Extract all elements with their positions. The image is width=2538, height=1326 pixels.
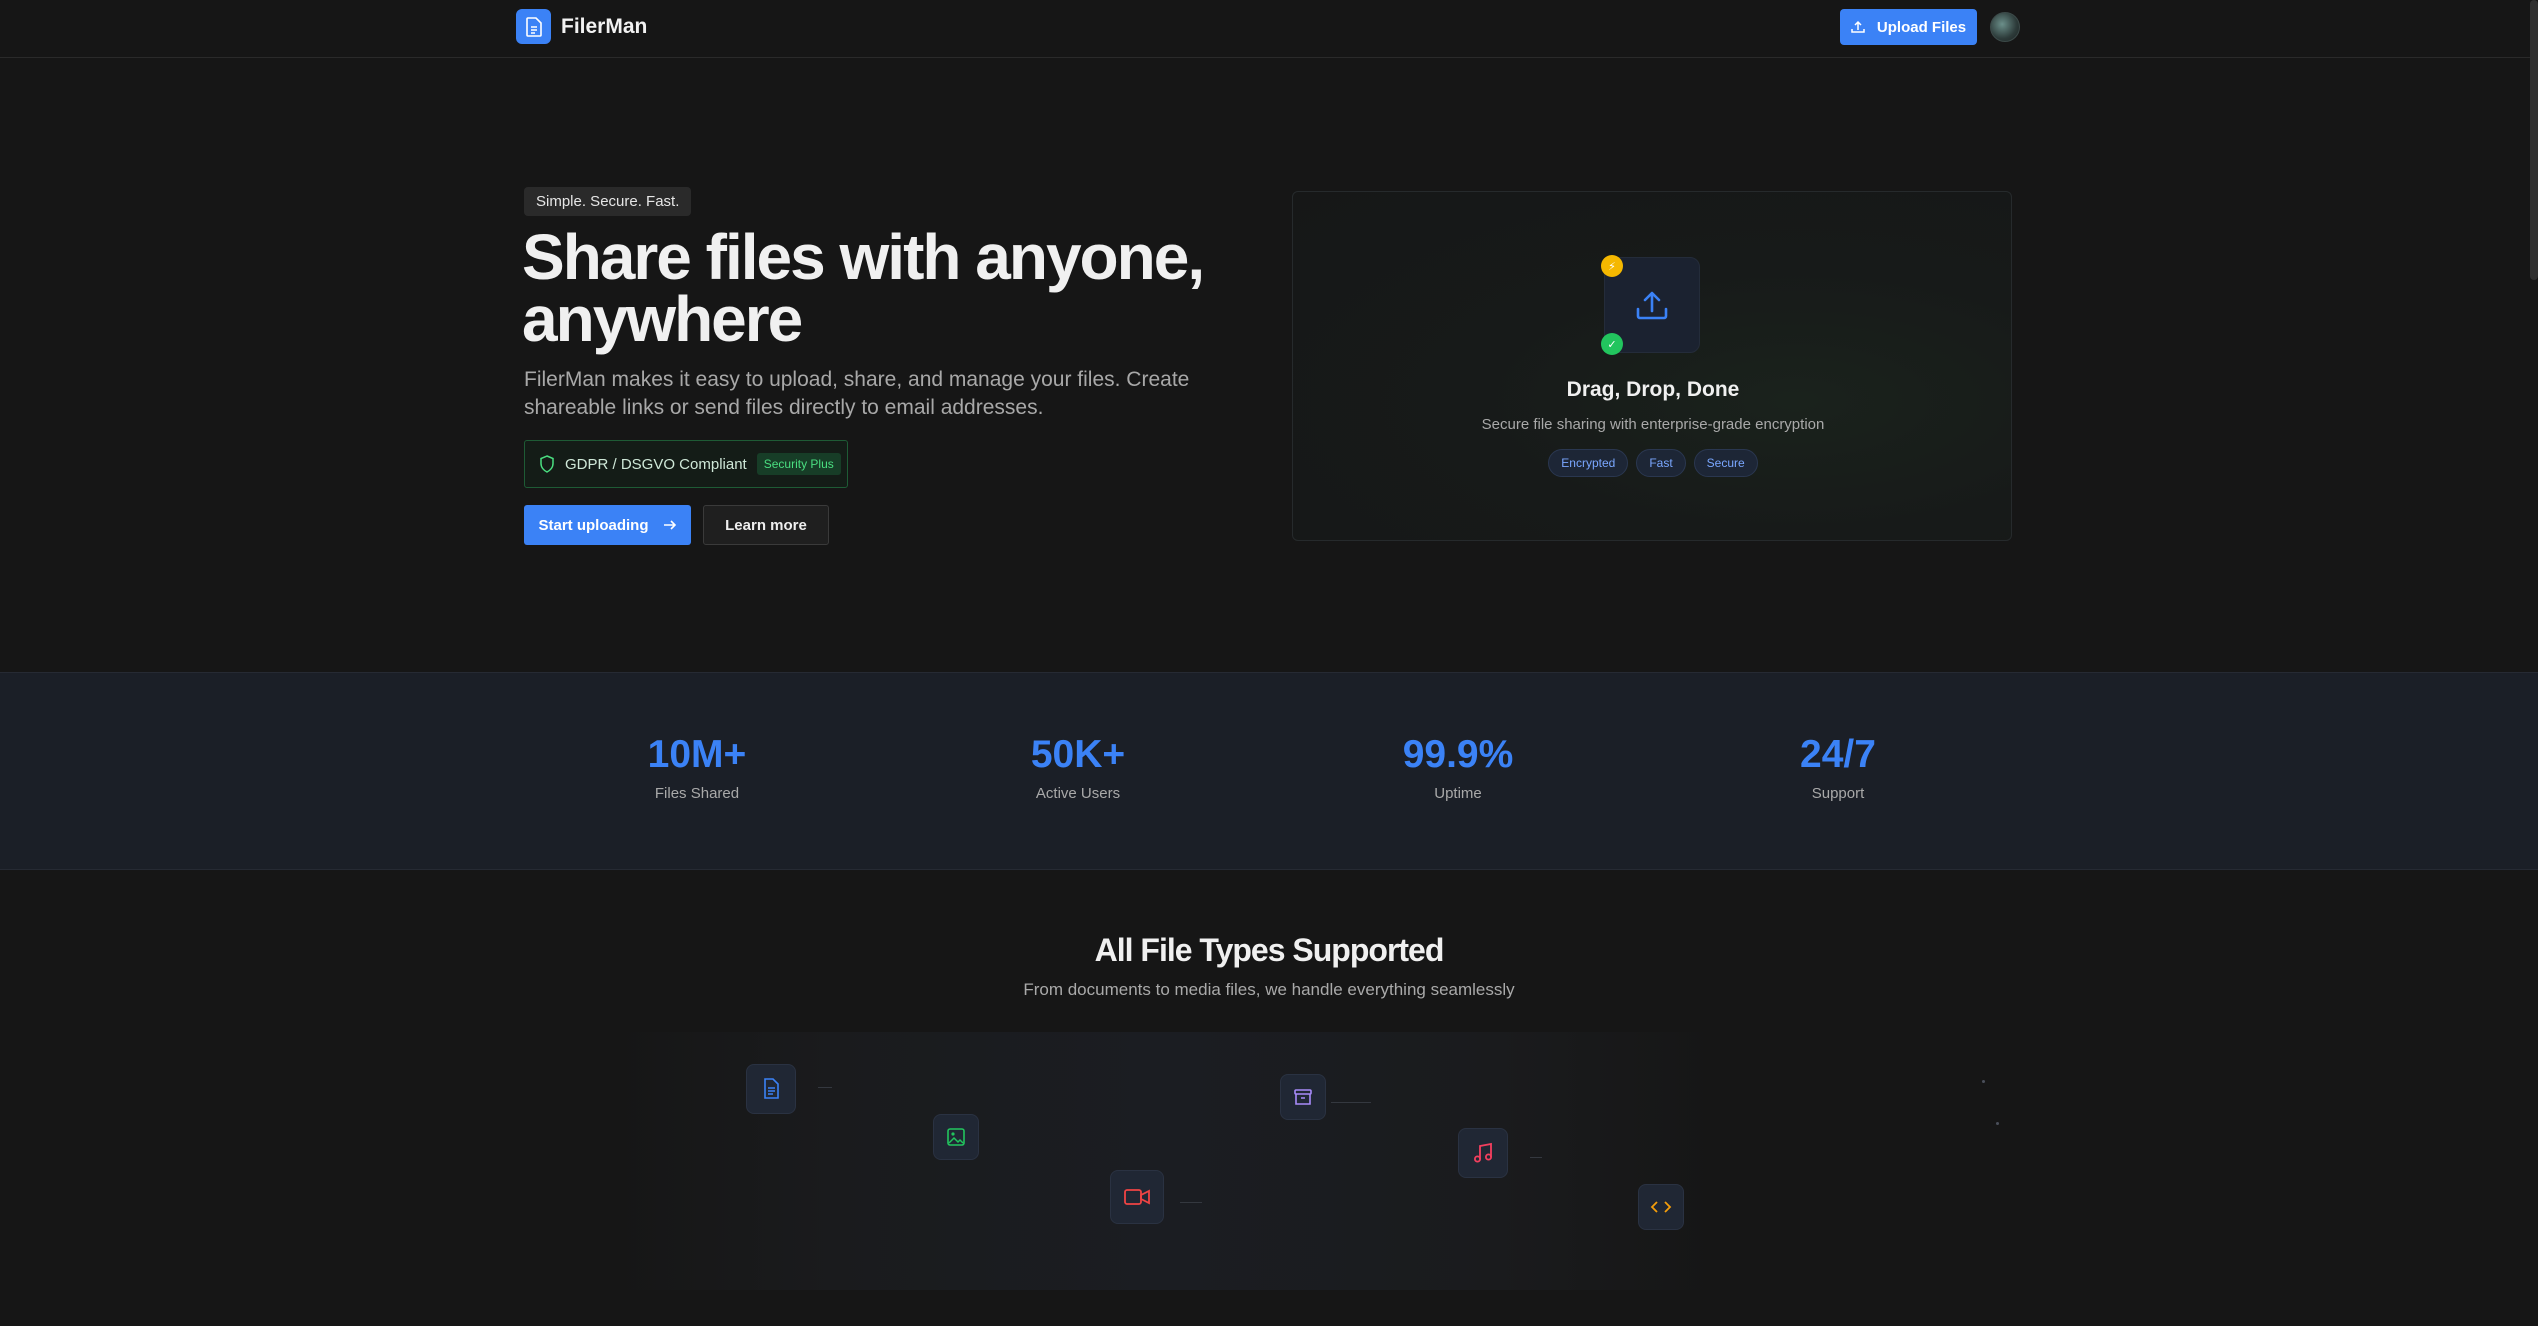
- upload-icon: [1851, 20, 1865, 33]
- brand-logo[interactable]: FilerMan: [516, 9, 647, 44]
- security-plus-badge: Security Plus: [756, 453, 841, 475]
- music-icon: [1458, 1128, 1508, 1178]
- connector-line: [818, 1087, 832, 1088]
- stat-support: 24/7 Support: [1688, 733, 1988, 802]
- lightning-icon: ⚡: [1601, 255, 1623, 277]
- start-uploading-label: Start uploading: [538, 516, 649, 534]
- learn-more-button[interactable]: Learn more: [703, 505, 829, 545]
- gdpr-compliance-badge: GDPR / DSGVO Compliant Security Plus: [524, 440, 848, 488]
- file-types-subtitle: From documents to media files, we handle…: [1023, 980, 1515, 999]
- arrow-right-icon: [663, 520, 676, 530]
- stat-value: 99.9%: [1402, 733, 1514, 776]
- stats-section: 10M+ Files Shared 50K+ Active Users 99.9…: [0, 672, 2538, 870]
- upload-files-label: Upload Files: [1876, 18, 1967, 36]
- stat-label: Uptime: [1434, 785, 1482, 802]
- archive-icon: [1280, 1074, 1326, 1120]
- gdpr-label: GDPR / DSGVO Compliant: [565, 455, 747, 473]
- stat-label: Support: [1811, 785, 1865, 802]
- stat-uptime: 99.9% Uptime: [1308, 733, 1608, 802]
- check-icon: ✓: [1601, 333, 1623, 355]
- dropzone-card[interactable]: ⚡ ✓ Drag, Drop, Done Secure file sharing…: [1292, 191, 2012, 541]
- top-nav: FilerMan Upload Files: [0, 0, 2538, 58]
- document-icon: [746, 1064, 796, 1114]
- sparkle: [1996, 1122, 1999, 1125]
- user-avatar[interactable]: [1990, 12, 2020, 42]
- stat-value: 10M+: [647, 733, 747, 776]
- hero-title: Share files with anyone, anywhere: [522, 221, 1205, 355]
- hero-description: FilerMan makes it easy to upload, share,…: [524, 368, 1190, 419]
- tag-fast: Fast: [1636, 449, 1686, 477]
- file-types-showcase: [610, 1032, 1999, 1290]
- dropzone-title: Drag, Drop, Done: [1566, 378, 1740, 401]
- code-icon: [1638, 1184, 1684, 1230]
- hero-tagline: Simple. Secure. Fast.: [524, 187, 692, 216]
- stat-files-shared: 10M+ Files Shared: [547, 733, 847, 802]
- start-uploading-button[interactable]: Start uploading: [524, 505, 691, 545]
- connector-line: [1331, 1102, 1371, 1103]
- stat-active-users: 50K+ Active Users: [928, 733, 1228, 802]
- upload-files-button[interactable]: Upload Files: [1840, 9, 1977, 45]
- sparkle: [1982, 1080, 1985, 1083]
- stat-label: Active Users: [1035, 785, 1121, 802]
- stat-value: 50K+: [1030, 733, 1126, 776]
- dropzone-tags: Encrypted Fast Secure: [1293, 449, 2013, 477]
- page-scrollbar[interactable]: [2530, 0, 2538, 280]
- connector-line: [1180, 1202, 1202, 1203]
- stat-label: Files Shared: [654, 785, 740, 802]
- tag-encrypted: Encrypted: [1548, 449, 1629, 477]
- file-logo-icon: [516, 9, 551, 44]
- image-icon: [933, 1114, 979, 1160]
- tag-secure: Secure: [1693, 449, 1758, 477]
- file-types-title: All File Types Supported: [1094, 932, 1445, 968]
- dropzone-subtitle: Secure file sharing with enterprise-grad…: [1481, 416, 1825, 433]
- stat-value: 24/7: [1800, 733, 1876, 776]
- video-icon: [1110, 1170, 1164, 1224]
- connector-line: [1530, 1157, 1542, 1158]
- brand-name: FilerMan: [561, 14, 648, 38]
- shield-icon: [540, 455, 554, 473]
